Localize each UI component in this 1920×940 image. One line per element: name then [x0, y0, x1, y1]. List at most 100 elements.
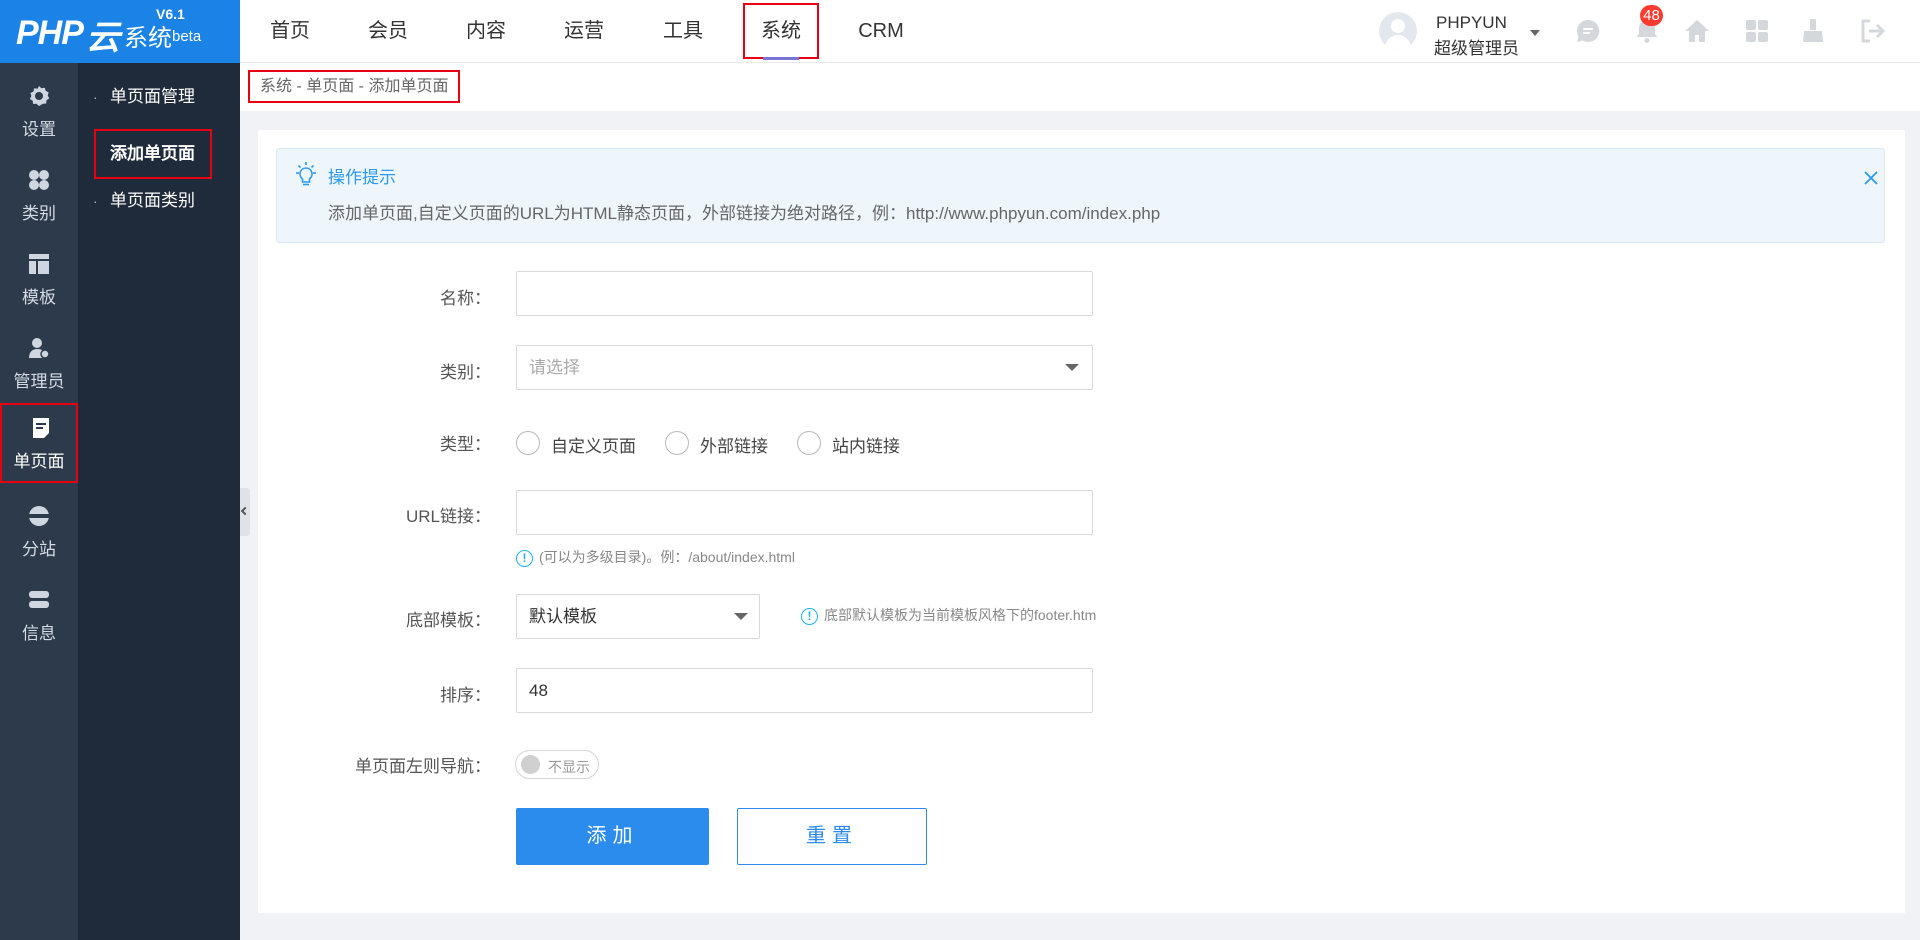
user-dropdown-caret-icon[interactable] — [1530, 30, 1540, 36]
sidebar-item-settings[interactable]: 设置 — [0, 71, 78, 151]
sidebar-label-category: 类别 — [22, 204, 56, 223]
topnav-system-label: 系统 — [761, 20, 801, 42]
url-hint: ! (可以为多级目录)。例：/about/index.html — [516, 547, 795, 567]
footer-template-select[interactable]: 默认模板 — [516, 594, 760, 639]
radio-label-internal: 站内链接 — [832, 437, 900, 456]
category-placeholder: 请选择 — [529, 358, 580, 377]
sidebar-item-admin[interactable]: 管理员 — [0, 323, 78, 403]
apps-icon[interactable] — [1743, 17, 1771, 45]
info-icon: ! — [801, 607, 818, 625]
url-field[interactable] — [516, 490, 1093, 535]
main-sidebar: 设置 类别 模板 管理员 单页面 分站 信息 — [0, 63, 78, 940]
chevron-left-icon — [240, 506, 250, 516]
footer-template-hint-text: 底部默认模板为当前模板风格下的footer.htm — [824, 607, 1097, 623]
active-underline — [763, 57, 799, 60]
category-label: 类别： — [440, 363, 491, 382]
topnav-tools[interactable]: 工具 — [653, 0, 713, 63]
info-stack-icon — [29, 591, 49, 608]
breadcrumb-bar: 系统 - 单页面 - 添加单页面 — [240, 63, 1920, 111]
reset-button[interactable]: 重置 — [737, 808, 927, 865]
left-nav-toggle[interactable]: 不显示 — [515, 750, 599, 779]
chevron-down-icon[interactable] — [1065, 364, 1079, 371]
topnav-system[interactable]: 系统 — [743, 3, 819, 60]
footer-template-value: 默认模板 — [529, 607, 597, 626]
top-navbar: 首页 会员 内容 运营 工具 系统 CRM — [240, 0, 1920, 63]
tip-box: 操作提示 添加单页面,自定义页面的URL为HTML静态页面，外部链接为绝对路径，… — [276, 148, 1885, 243]
broom-icon[interactable] — [1799, 17, 1827, 45]
info-icon: ! — [516, 549, 533, 567]
radio-label-custom: 自定义页面 — [551, 437, 636, 456]
logo-version: V6.1 — [156, 6, 185, 22]
sidebar-item-category[interactable]: 类别 — [0, 155, 78, 235]
close-icon[interactable] — [1862, 169, 1880, 187]
url-hint-text: (可以为多级目录)。例：/about/index.html — [539, 549, 795, 565]
sidebar-collapse-toggle[interactable] — [240, 488, 250, 536]
admin-user-icon — [29, 338, 50, 359]
radio-circle — [665, 431, 689, 455]
avatar[interactable] — [1379, 12, 1417, 50]
logo-php-text: PHP — [16, 14, 84, 52]
notification-badge: 48 — [1640, 5, 1663, 26]
topnav-operation[interactable]: 运营 — [554, 0, 614, 63]
subnav-item-add-page[interactable]: 添加单页面 — [94, 129, 212, 179]
avatar-body — [1385, 35, 1411, 50]
sidebar-label-settings: 设置 — [22, 120, 56, 139]
sidebar-label-admin: 管理员 — [13, 372, 65, 391]
app-logo[interactable]: PHP 云 系统 V6.1 beta — [0, 0, 240, 63]
sidebar-label-info: 信息 — [22, 624, 56, 643]
bullet-icon: · — [93, 89, 98, 105]
topnav-content[interactable]: 内容 — [456, 0, 516, 63]
sort-field[interactable]: 48 — [516, 668, 1093, 713]
left-nav-label: 单页面左则导航： — [355, 757, 491, 776]
url-label: URL链接： — [405, 507, 491, 526]
user-role: 超级管理员 — [1434, 39, 1519, 58]
logo-edition: beta — [172, 28, 202, 45]
sidebar-item-substation[interactable]: 分站 — [0, 491, 78, 571]
topnav-home[interactable]: 首页 — [260, 0, 320, 63]
subnav-item-page-manage[interactable]: · 单页面管理 — [78, 79, 240, 115]
sort-label: 排序： — [440, 686, 491, 705]
subnav-label-page-manage: 单页面管理 — [110, 87, 195, 106]
chat-icon[interactable] — [1574, 17, 1602, 45]
subnav-item-page-category[interactable]: · 单页面类别 — [78, 183, 240, 219]
breadcrumb: 系统 - 单页面 - 添加单页面 — [248, 70, 461, 103]
subnav-label-page-category: 单页面类别 — [110, 191, 195, 210]
template-icon — [29, 254, 49, 274]
name-label: 名称： — [440, 289, 491, 308]
footer-template-hint: ! 底部默认模板为当前模板风格下的footer.htm — [801, 605, 1096, 625]
globe-www-icon — [29, 506, 49, 526]
chevron-down-icon[interactable] — [734, 613, 748, 620]
gear-icon — [29, 86, 50, 106]
name-field[interactable] — [516, 271, 1093, 316]
topnav-crm[interactable]: CRM — [851, 0, 911, 63]
subnav-label-add-page: 添加单页面 — [110, 144, 195, 163]
category-select[interactable]: 请选择 — [516, 345, 1093, 390]
toggle-knob — [521, 755, 540, 774]
logo-yun-text: 云 — [86, 19, 120, 57]
sidebar-item-single-page[interactable]: 单页面 — [0, 403, 78, 483]
sidebar-item-template[interactable]: 模板 — [0, 239, 78, 319]
sidebar-item-info[interactable]: 信息 — [0, 575, 78, 655]
user-name[interactable]: PHPYUN — [1436, 13, 1507, 33]
radio-label-external: 外部链接 — [700, 437, 768, 456]
lightbulb-icon — [296, 162, 316, 186]
sidebar-label-single-page: 单页面 — [13, 452, 65, 471]
category-icon — [29, 170, 49, 190]
main-panel: 操作提示 添加单页面,自定义页面的URL为HTML静态页面，外部链接为绝对路径，… — [258, 130, 1905, 913]
home-icon[interactable] — [1683, 17, 1711, 45]
footer-template-label: 底部模板： — [406, 611, 491, 630]
topnav-member[interactable]: 会员 — [358, 0, 418, 63]
avatar-head — [1391, 19, 1405, 33]
tip-title: 操作提示 — [328, 168, 396, 187]
sidebar-label-template: 模板 — [22, 288, 56, 307]
radio-circle — [797, 431, 821, 455]
single-page-icon — [33, 418, 49, 438]
sub-sidebar: · 单页面管理 添加单页面 · 单页面类别 — [78, 63, 240, 940]
bullet-icon: · — [93, 193, 98, 209]
type-label: 类型： — [440, 435, 491, 454]
radio-circle — [516, 431, 540, 455]
add-button[interactable]: 添加 — [516, 808, 709, 865]
logout-icon[interactable] — [1858, 17, 1886, 45]
toggle-label: 不显示 — [548, 759, 590, 775]
sidebar-label-substation: 分站 — [22, 540, 56, 559]
